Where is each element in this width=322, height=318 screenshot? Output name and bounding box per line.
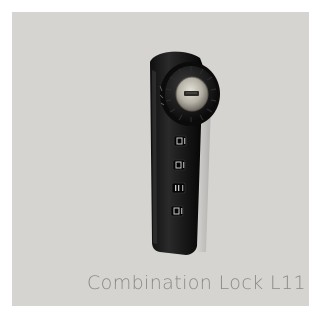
number-wheel — [172, 159, 186, 171]
combination-lock-photo — [150, 51, 220, 256]
product-caption: Combination Lock L11 — [87, 272, 306, 294]
number-wheel — [173, 135, 187, 147]
key-cylinder — [175, 76, 209, 112]
number-wheel — [171, 182, 186, 194]
number-wheel — [170, 205, 184, 217]
